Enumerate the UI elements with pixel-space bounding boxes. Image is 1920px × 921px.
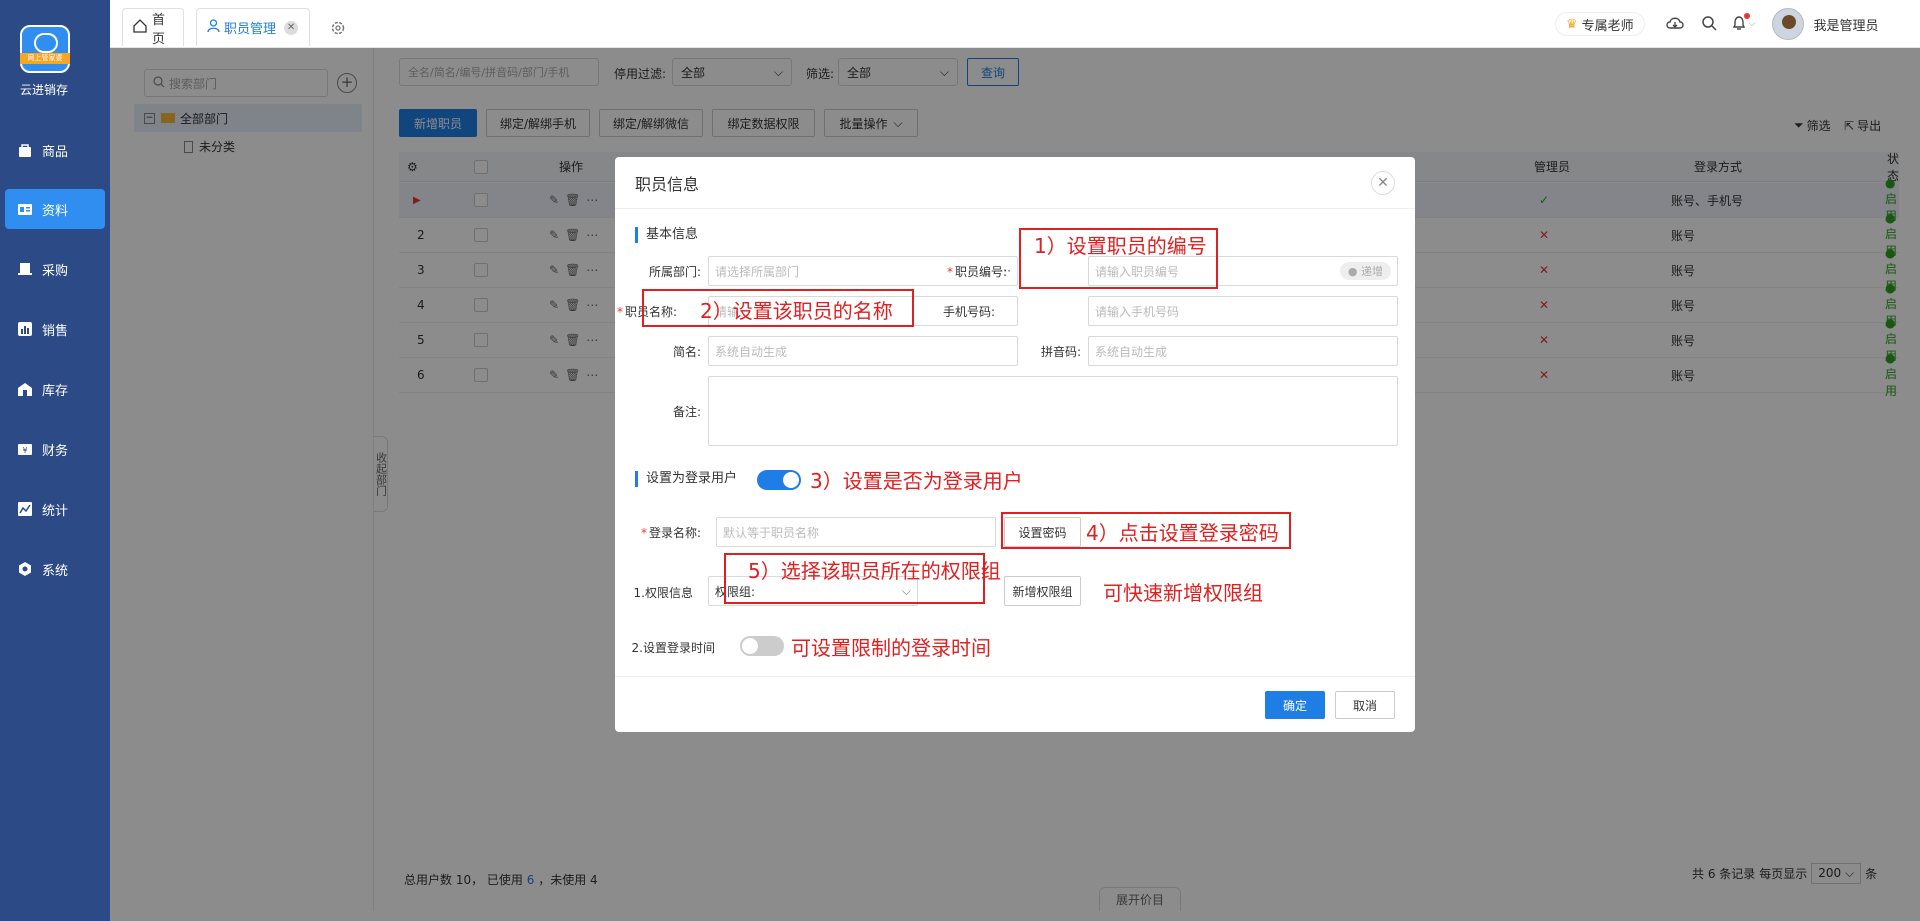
annotation-password: 4）点击设置登录密码 bbox=[1086, 521, 1279, 545]
dialog-footer: 确定 取消 bbox=[615, 676, 1415, 732]
settings-gear-icon[interactable] bbox=[330, 20, 346, 39]
add-permission-group-button[interactable]: 新增权限组 bbox=[1004, 576, 1081, 606]
annotation-add-permission-group: 可快速新增权限组 bbox=[1103, 581, 1263, 605]
sales-chart-icon bbox=[16, 320, 34, 338]
annotation-staff-code: 1）设置职员的编号 bbox=[1034, 234, 1207, 258]
tab-staff-management[interactable]: 职员管理 ✕ bbox=[196, 8, 310, 46]
tab-label: 首页 bbox=[152, 12, 166, 47]
purchase-icon bbox=[16, 260, 34, 278]
sidebar: 网上管家婆 云进销存 商品 资料 采购 销售 库存 ¥ 财务 统计 系统 bbox=[0, 0, 110, 921]
top-right-tools: ♛ 专属老师 ⌵ 我是管理员 bbox=[1555, 0, 1879, 48]
svg-text:¥: ¥ bbox=[22, 446, 27, 455]
login-name-label: * 登录名称: bbox=[640, 526, 701, 540]
top-bar: 首页 职员管理 ✕ ♛ 专属老师 ⌵ 我是管理员 bbox=[110, 0, 1920, 48]
close-icon[interactable]: ✕ bbox=[1371, 171, 1395, 195]
staff-code-label-text: 职员编号: bbox=[954, 265, 1007, 279]
staff-code-label: * 职员编号: bbox=[946, 265, 1007, 279]
warehouse-icon bbox=[16, 380, 34, 398]
nav-item-purchase[interactable]: 采购 bbox=[5, 249, 105, 289]
close-tab-icon[interactable]: ✕ bbox=[284, 20, 299, 35]
user-icon bbox=[207, 19, 220, 36]
remark-label: 备注: bbox=[672, 405, 701, 419]
search-icon[interactable] bbox=[1701, 15, 1717, 34]
logo-ribbon: 网上管家婆 bbox=[20, 53, 70, 64]
cancel-button[interactable]: 取消 bbox=[1335, 691, 1395, 719]
remark-textarea[interactable] bbox=[708, 376, 1398, 446]
login-user-toggle[interactable] bbox=[757, 470, 801, 490]
dept-label: 所属部门: bbox=[648, 265, 701, 279]
short-name-input[interactable]: 系统自动生成 bbox=[708, 336, 1018, 366]
nav-label: 销售 bbox=[42, 323, 69, 339]
nav-item-finance[interactable]: ¥ 财务 bbox=[5, 429, 105, 469]
home-icon bbox=[133, 18, 147, 37]
login-time-toggle[interactable] bbox=[740, 636, 784, 656]
tab-label: 职员管理 bbox=[224, 22, 277, 37]
annotation-permission-group: 5）选择该职员所在的权限组 bbox=[748, 559, 1001, 583]
cloud-icon bbox=[34, 33, 58, 53]
bag-icon bbox=[16, 141, 34, 159]
annotation-staff-name: 2）设置该职员的名称 bbox=[700, 299, 893, 323]
nav-label: 商品 bbox=[42, 144, 69, 160]
short-name-placeholder: 系统自动生成 bbox=[715, 344, 788, 359]
finance-icon: ¥ bbox=[16, 440, 34, 458]
login-time-label: 2.设置登录时间 bbox=[631, 641, 715, 655]
staff-info-dialog: 职员信息 ✕ 基本信息 所属部门: 请选择所属部门 ··· * 职员编号: 请输入职… bbox=[615, 157, 1415, 732]
nav-item-statistics[interactable]: 统计 bbox=[5, 489, 105, 529]
chevron-down-icon[interactable]: ⌵ bbox=[1749, 19, 1756, 29]
phone-placeholder: 请输入手机号码 bbox=[1095, 304, 1180, 319]
statistics-icon bbox=[16, 500, 34, 518]
tab-home[interactable]: 首页 bbox=[122, 8, 184, 47]
nav-item-goods[interactable]: 商品 bbox=[5, 130, 105, 170]
annotation-login-time: 可设置限制的登录时间 bbox=[791, 636, 991, 660]
nav-item-system[interactable]: 系统 bbox=[5, 549, 105, 589]
system-gear-icon bbox=[16, 560, 34, 578]
nav-label: 采购 bbox=[42, 263, 69, 279]
nav-label: 系统 bbox=[42, 563, 69, 579]
login-name-input[interactable]: 默认等于职员名称 bbox=[716, 517, 996, 547]
pinyin-input[interactable]: 系统自动生成 bbox=[1088, 336, 1398, 366]
nav-item-stock[interactable]: 库存 bbox=[5, 369, 105, 409]
username[interactable]: 我是管理员 bbox=[1814, 15, 1879, 34]
increment-label: 递增 bbox=[1361, 265, 1383, 278]
pinyin-placeholder: 系统自动生成 bbox=[1095, 344, 1168, 359]
nav-item-data[interactable]: 资料 bbox=[5, 189, 105, 229]
avatar[interactable] bbox=[1771, 8, 1804, 40]
brand-name: 云进销存 bbox=[19, 83, 68, 97]
phone-label: 手机号码: bbox=[942, 305, 995, 319]
permission-info-label: 1.权限信息 bbox=[633, 586, 693, 600]
exclusive-teacher-button[interactable]: ♛ 专属老师 bbox=[1555, 12, 1645, 36]
annotation-login-user: 3）设置是否为登录用户 bbox=[810, 469, 1023, 493]
crown-icon: ♛ bbox=[1566, 16, 1578, 32]
confirm-button[interactable]: 确定 bbox=[1265, 691, 1325, 719]
pinyin-label: 拼音码: bbox=[1040, 345, 1081, 359]
login-name-label-text: 登录名称: bbox=[648, 526, 701, 540]
cloud-download-icon[interactable] bbox=[1665, 15, 1685, 34]
basic-info-section: 基本信息 bbox=[635, 227, 698, 243]
app-logo[interactable]: 网上管家婆 bbox=[20, 25, 70, 73]
login-name-placeholder: 默认等于职员名称 bbox=[723, 525, 820, 540]
bell-icon[interactable] bbox=[1731, 12, 1750, 34]
login-user-section: 设置为登录用户 bbox=[635, 471, 737, 487]
nav-label: 财务 bbox=[42, 443, 69, 459]
phone-input[interactable]: 请输入手机号码 bbox=[1088, 296, 1398, 326]
nav-item-sales[interactable]: 销售 bbox=[5, 309, 105, 349]
dialog-title: 职员信息 bbox=[615, 157, 1415, 209]
nav-label: 统计 bbox=[42, 503, 69, 519]
increment-toggle[interactable]: ● 递增 bbox=[1339, 262, 1391, 280]
dept-placeholder: 请选择所属部门 bbox=[715, 264, 800, 279]
profile-card-icon bbox=[16, 200, 34, 218]
nav-label: 库存 bbox=[42, 383, 69, 399]
teacher-label: 专属老师 bbox=[1581, 18, 1634, 34]
short-name-label: 简名: bbox=[672, 345, 701, 359]
nav-label: 资料 bbox=[42, 203, 69, 219]
